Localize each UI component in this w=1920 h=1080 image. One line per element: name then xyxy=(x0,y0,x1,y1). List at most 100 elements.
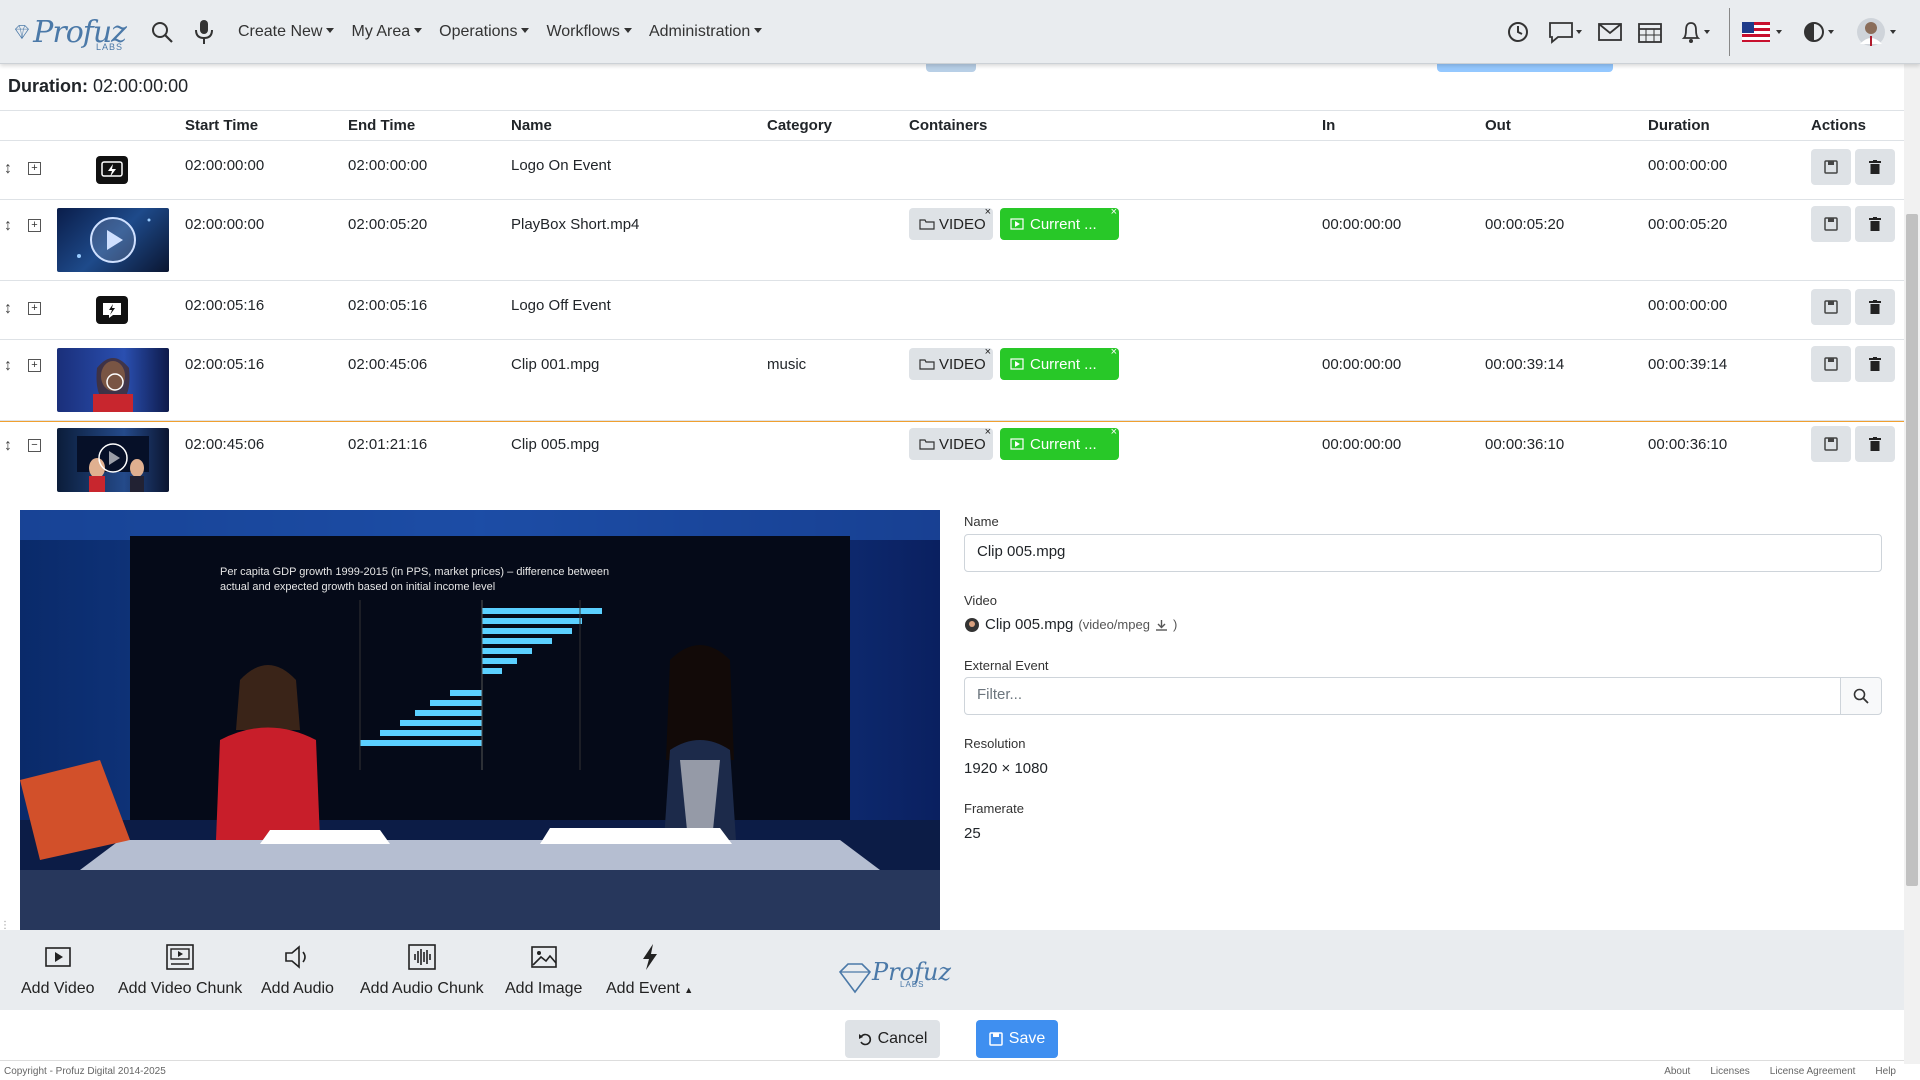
delete-row-button[interactable] xyxy=(1855,346,1895,382)
cancel-button[interactable]: Cancel xyxy=(845,1020,940,1058)
delete-row-button[interactable] xyxy=(1855,426,1895,462)
file-thumb-icon xyxy=(965,617,979,632)
page-footer: Copyright - Profuz Digital 2014-2025 Abo… xyxy=(0,1060,1904,1080)
menu-my-area[interactable]: My Area xyxy=(351,23,422,41)
delete-row-button[interactable] xyxy=(1855,149,1895,185)
external-event-search-button[interactable] xyxy=(1840,677,1882,715)
row-name: Logo On Event xyxy=(511,157,612,174)
add-audio-chunk-label: Add Audio Chunk xyxy=(360,980,484,997)
footer-about-link[interactable]: About xyxy=(1664,1066,1690,1077)
header-in[interactable]: In xyxy=(1322,117,1335,134)
header-end-time[interactable]: End Time xyxy=(348,117,415,134)
remove-tag-icon[interactable]: × xyxy=(985,346,991,358)
add-video-chunk-button[interactable]: Add Video Chunk xyxy=(118,942,242,998)
bell-icon[interactable] xyxy=(1676,18,1716,46)
menu-workflows[interactable]: Workflows xyxy=(546,23,632,41)
save-row-button[interactable] xyxy=(1811,289,1851,325)
remove-tag-icon[interactable]: × xyxy=(985,206,991,218)
save-row-button[interactable] xyxy=(1811,206,1851,242)
folder-icon xyxy=(919,359,935,370)
save-row-button[interactable] xyxy=(1811,426,1851,462)
footer-help-link[interactable]: Help xyxy=(1875,1066,1896,1077)
video-file-link[interactable]: Clip 005.mpg xyxy=(985,616,1073,633)
table-row[interactable]: ↕ + 02:00:00:00 02:00:00:00 Logo On Even… xyxy=(0,141,1904,200)
microphone-icon[interactable] xyxy=(190,18,218,46)
name-label: Name xyxy=(964,514,999,529)
scrollbar-thumb[interactable] xyxy=(1906,214,1918,886)
remove-tag-icon[interactable]: × xyxy=(1111,346,1117,358)
row-name: Clip 001.mpg xyxy=(511,356,600,373)
expand-icon[interactable]: + xyxy=(28,162,41,175)
footer-license-agreement-link[interactable]: License Agreement xyxy=(1770,1066,1856,1077)
resize-grip[interactable]: ⋮ xyxy=(0,920,18,950)
menu-create-new[interactable]: Create New xyxy=(238,23,334,41)
us-flag-icon[interactable] xyxy=(1742,18,1786,46)
video-preview[interactable]: Per capita GDP growth 1999-2015 (in PPS,… xyxy=(20,510,940,930)
undo-icon xyxy=(858,1033,871,1046)
name-field[interactable]: Clip 005.mpg xyxy=(964,534,1882,572)
remove-tag-icon[interactable]: × xyxy=(985,426,991,438)
container-video-tag[interactable]: VIDEO × xyxy=(909,346,993,380)
playlist-table-header: Start Time End Time Name Category Contai… xyxy=(0,110,1904,141)
container-current-tag[interactable]: Current ... × xyxy=(1000,426,1119,460)
header-out[interactable]: Out xyxy=(1485,117,1511,134)
mail-icon[interactable] xyxy=(1596,18,1624,46)
menu-operations[interactable]: Operations xyxy=(439,23,529,41)
drag-handle-icon[interactable]: ↕ xyxy=(4,436,14,456)
drag-handle-icon[interactable]: ↕ xyxy=(4,299,14,319)
header-duration[interactable]: Duration xyxy=(1648,117,1710,134)
expand-icon[interactable]: + xyxy=(28,219,41,232)
chat-icon[interactable] xyxy=(1546,18,1586,46)
header-name[interactable]: Name xyxy=(511,117,552,134)
delete-row-button[interactable] xyxy=(1855,206,1895,242)
tag-label: VIDEO xyxy=(939,435,986,453)
add-audio-chunk-button[interactable]: Add Audio Chunk xyxy=(360,942,484,998)
calendar-icon[interactable] xyxy=(1636,18,1664,46)
header-start-time[interactable]: Start Time xyxy=(185,117,258,134)
add-event-label: Add Event ▲ xyxy=(606,980,693,998)
collapse-icon[interactable]: − xyxy=(28,439,41,452)
delete-row-button[interactable] xyxy=(1855,289,1895,325)
add-event-button[interactable]: Add Event ▲ xyxy=(606,942,693,998)
table-row-expanded[interactable]: ↕ − 02:00:45:06 02:01:21:16 Clip 005.mpg… xyxy=(0,422,1904,504)
menu-administration[interactable]: Administration xyxy=(649,23,762,41)
add-video-button[interactable]: Add Video xyxy=(21,942,95,998)
logo-event-icon xyxy=(96,156,128,184)
duration-value: 02:00:00:00 xyxy=(93,76,189,96)
brand-logo[interactable]: Profuz LABS xyxy=(14,8,127,56)
footer-licenses-link[interactable]: Licenses xyxy=(1710,1066,1749,1077)
hidden-toolbar-button[interactable] xyxy=(926,64,976,72)
hidden-primary-button[interactable] xyxy=(1437,64,1613,72)
header-category[interactable]: Category xyxy=(767,117,832,134)
download-icon[interactable] xyxy=(1155,619,1168,631)
add-image-button[interactable]: Add Image xyxy=(505,942,582,998)
add-audio-button[interactable]: Add Audio xyxy=(261,942,334,998)
expand-icon[interactable]: + xyxy=(28,302,41,315)
floppy-icon xyxy=(1824,357,1838,371)
container-current-tag[interactable]: Current ... × xyxy=(1000,206,1119,240)
save-row-button[interactable] xyxy=(1811,149,1851,185)
row-out: 00:00:05:20 xyxy=(1485,216,1565,233)
table-row[interactable]: ↕ + 02:00:05:16 02:00:05:16 Logo Off Eve… xyxy=(0,281,1904,340)
clip-thumbnail xyxy=(57,208,169,272)
save-button[interactable]: Save xyxy=(976,1020,1058,1058)
drag-handle-icon[interactable]: ↕ xyxy=(4,216,14,236)
theme-toggle-icon[interactable] xyxy=(1800,18,1840,46)
container-current-tag[interactable]: Current ... × xyxy=(1000,346,1119,380)
external-event-filter-input[interactable]: Filter... xyxy=(964,677,1842,715)
user-avatar[interactable] xyxy=(1856,18,1900,46)
header-containers[interactable]: Containers xyxy=(909,117,987,134)
save-row-button[interactable] xyxy=(1811,346,1851,382)
drag-handle-icon[interactable]: ↕ xyxy=(4,356,14,376)
container-video-tag[interactable]: VIDEO × xyxy=(909,206,993,240)
table-row[interactable]: ↕ + 02:00:05:16 02:00:45:06 Clip 001.mpg… xyxy=(0,340,1904,421)
remove-tag-icon[interactable]: × xyxy=(1111,206,1117,218)
table-row[interactable]: ↕ + 02:00:00:00 02:00:05:20 PlayBox Shor… xyxy=(0,200,1904,281)
history-icon[interactable] xyxy=(1504,18,1532,46)
drag-handle-icon[interactable]: ↕ xyxy=(4,159,14,179)
expand-icon[interactable]: + xyxy=(28,359,41,372)
search-icon[interactable] xyxy=(148,18,176,46)
remove-tag-icon[interactable]: × xyxy=(1111,426,1117,438)
row-duration: 00:00:05:20 xyxy=(1648,216,1728,233)
container-video-tag[interactable]: VIDEO × xyxy=(909,426,993,460)
